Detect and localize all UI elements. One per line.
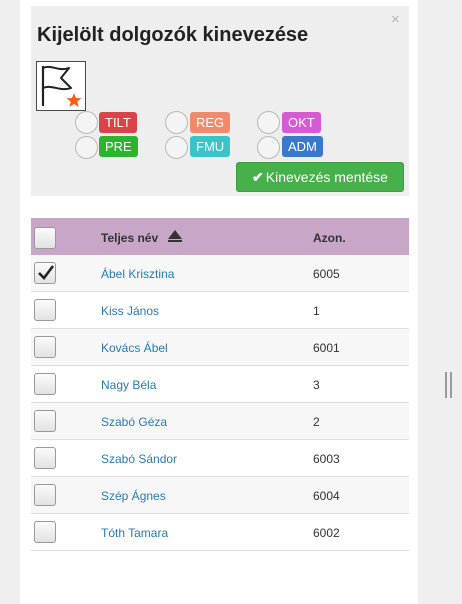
- table-row[interactable]: Ábel Krisztina 6005: [31, 255, 409, 292]
- role-radio-pre[interactable]: [75, 136, 98, 159]
- role-radio-fmu[interactable]: [165, 136, 188, 159]
- employee-name-link[interactable]: Tóth Tamara: [101, 526, 168, 540]
- employee-id: 6005: [313, 267, 340, 281]
- row-checkbox[interactable]: [34, 447, 56, 469]
- sort-ascending-icon[interactable]: [168, 230, 182, 239]
- table-row[interactable]: Nagy Béla 3: [31, 366, 409, 403]
- table-row[interactable]: Kiss János 1: [31, 292, 409, 329]
- employee-id: 6004: [313, 489, 340, 503]
- role-radio-okt[interactable]: [257, 111, 280, 134]
- table-header: [31, 218, 409, 255]
- row-checkbox[interactable]: [34, 262, 56, 284]
- row-checkbox[interactable]: [34, 299, 56, 321]
- role-badge-fmu: FMU: [190, 136, 231, 157]
- table-row[interactable]: Kovács Ábel 6001: [31, 329, 409, 366]
- select-all-checkbox[interactable]: [34, 227, 56, 249]
- role-badge-okt: OKT: [282, 112, 321, 133]
- employee-name-link[interactable]: Kiss János: [101, 304, 159, 318]
- role-radio-adm[interactable]: [257, 136, 280, 159]
- table-row[interactable]: Szabó Sándor 6003: [31, 440, 409, 477]
- star-icon: [66, 93, 82, 107]
- sort-bar-icon: [168, 240, 182, 242]
- employee-name-link[interactable]: Szabó Sándor: [101, 452, 177, 466]
- employee-name-link[interactable]: Nagy Béla: [101, 378, 156, 392]
- employee-name-link[interactable]: Szabó Géza: [101, 415, 167, 429]
- role-radio-tilt[interactable]: [75, 111, 98, 134]
- check-icon: ✔: [252, 169, 264, 185]
- row-checkbox[interactable]: [34, 484, 56, 506]
- role-badge-pre: PRE: [99, 136, 138, 157]
- employee-name-link[interactable]: Ábel Krisztina: [101, 267, 174, 281]
- row-checkbox[interactable]: [34, 410, 56, 432]
- column-header-id[interactable]: Azon.: [313, 231, 346, 245]
- save-appointment-button[interactable]: ✔ Kinevezés mentése: [236, 162, 404, 192]
- employee-id: 2: [313, 415, 320, 429]
- employee-name-link[interactable]: Kovács Ábel: [101, 341, 168, 355]
- role-badge-adm: ADM: [282, 136, 323, 157]
- column-header-name[interactable]: Teljes név: [101, 231, 158, 245]
- row-checkbox[interactable]: [34, 373, 56, 395]
- close-icon[interactable]: ×: [391, 12, 400, 28]
- dialog-title: Kijelölt dolgozók kinevezése: [37, 24, 309, 46]
- panel-resize-handle[interactable]: [445, 372, 452, 398]
- employee-id: 3: [313, 378, 320, 392]
- row-checkbox[interactable]: [34, 336, 56, 358]
- employee-id: 6002: [313, 526, 340, 540]
- role-badge-tilt: TILT: [99, 112, 137, 133]
- row-checkbox[interactable]: [34, 521, 56, 543]
- save-button-label: Kinevezés mentése: [265, 169, 388, 185]
- employee-name-link[interactable]: Szép Ágnes: [101, 489, 166, 503]
- table-row[interactable]: Tóth Tamara 6002: [31, 514, 409, 551]
- role-radio-reg[interactable]: [165, 111, 188, 134]
- employee-id: 6001: [313, 341, 340, 355]
- role-badge-reg: REG: [190, 112, 231, 133]
- table-row[interactable]: Szabó Géza 2: [31, 403, 409, 440]
- table-row[interactable]: Szép Ágnes 6004: [31, 477, 409, 514]
- checkmark-icon: [38, 265, 55, 280]
- employee-id: 6003: [313, 452, 340, 466]
- employee-id: 1: [313, 304, 320, 318]
